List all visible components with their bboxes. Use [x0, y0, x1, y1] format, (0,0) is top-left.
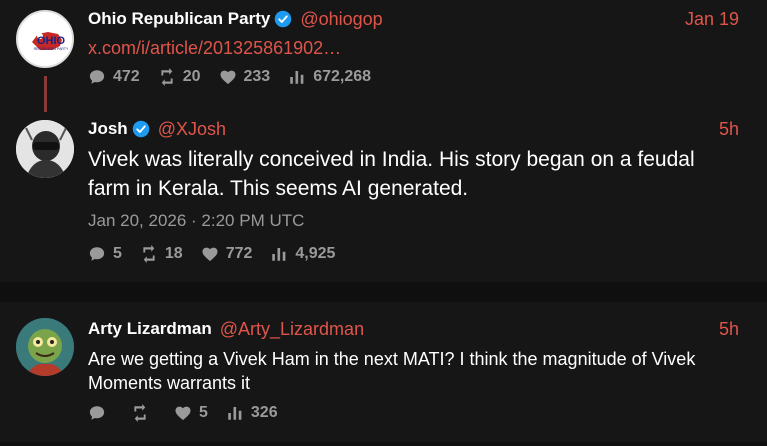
heart-icon [202, 247, 218, 262]
retweet-button[interactable] [131, 404, 156, 422]
retweet-button[interactable]: 20 [158, 68, 201, 86]
views-button[interactable]: 326 [226, 404, 278, 422]
retweet-icon [161, 68, 173, 86]
reply-card: Arty Lizardman @Arty_Lizardman 5h Are we… [0, 302, 767, 442]
user-avatar-icon [16, 120, 74, 178]
tweet-josh[interactable]: Josh @XJosh 5h Vivek was literally conce… [0, 110, 767, 282]
retweet-count: 20 [182, 68, 201, 85]
display-name[interactable]: Arty Lizardman [88, 319, 212, 339]
tweet-stats: 5 326 [88, 403, 296, 423]
tweet-time[interactable]: 5h [719, 319, 739, 340]
view-count: 4,925 [295, 245, 336, 262]
heart-icon [175, 406, 191, 421]
comment-icon [89, 247, 105, 261]
reply-count: 5 [113, 245, 122, 262]
tweet-text: Vivek was literally conceived in India. … [88, 148, 695, 200]
retweet-button[interactable]: 18 [140, 245, 183, 263]
like-count: 5 [199, 404, 208, 421]
tweet-ohio-gop[interactable]: OHIO REPUBLICAN PARTY Ohio Republican Pa… [0, 0, 767, 110]
reply-button[interactable] [88, 404, 113, 422]
like-count: 233 [243, 68, 271, 85]
retweet-icon [143, 245, 155, 263]
article-link[interactable]: x.com/i/article/201325861902… [88, 38, 341, 59]
reply-count: 472 [113, 68, 140, 85]
views-chart-icon [228, 407, 242, 420]
reply-button[interactable]: 5 [88, 245, 122, 263]
comment-icon [89, 70, 105, 84]
like-button[interactable]: 772 [201, 245, 253, 263]
tweet-text: Are we getting a Vivek Ham in the next M… [88, 349, 696, 393]
avatar[interactable] [16, 318, 74, 376]
verified-badge-icon [132, 120, 149, 138]
tweet-stats: 5 18 772 4,925 [88, 244, 353, 264]
tweet-arty-lizardman[interactable]: Arty Lizardman @Arty_Lizardman 5h Are we… [0, 302, 767, 442]
user-handle[interactable]: @XJosh [158, 119, 226, 140]
lizard-avatar-icon [16, 318, 74, 376]
display-name[interactable]: Ohio Republican Party [88, 9, 270, 29]
display-name[interactable]: Josh [88, 119, 128, 139]
thread-card: OHIO REPUBLICAN PARTY Ohio Republican Pa… [0, 0, 767, 282]
avatar[interactable]: OHIO REPUBLICAN PARTY [16, 10, 74, 68]
ohio-gop-logo: OHIO REPUBLICAN PARTY [20, 14, 72, 66]
retweet-count: 18 [164, 245, 183, 262]
reply-button[interactable]: 472 [88, 68, 140, 86]
retweet-icon [134, 404, 146, 422]
logo-text: OHIO [37, 35, 66, 47]
user-handle[interactable]: @Arty_Lizardman [220, 319, 364, 340]
views-button[interactable]: 672,268 [288, 68, 371, 86]
heart-icon [220, 70, 235, 85]
tweet-stats: 472 20 233 672,268 [88, 67, 389, 87]
views-button[interactable]: 4,925 [270, 245, 335, 263]
thread-connector-line [44, 76, 47, 112]
view-count: 672,268 [313, 68, 372, 85]
like-button[interactable]: 5 [174, 404, 208, 422]
like-count: 772 [225, 245, 253, 262]
like-button[interactable]: 233 [219, 68, 271, 86]
tweet-date[interactable]: Jan 20, 2026 · 2:20 PM UTC [88, 211, 304, 231]
tweet-time[interactable]: 5h [719, 119, 739, 140]
tweet-time[interactable]: Jan 19 [685, 9, 739, 30]
logo-subtext: REPUBLICAN PARTY [34, 47, 69, 51]
view-count: 326 [250, 404, 278, 421]
user-handle[interactable]: @ohiogop [300, 9, 382, 30]
views-chart-icon [290, 71, 304, 84]
avatar[interactable] [16, 120, 74, 178]
views-chart-icon [272, 248, 286, 261]
comment-icon [89, 406, 105, 420]
verified-badge-icon [275, 10, 292, 28]
